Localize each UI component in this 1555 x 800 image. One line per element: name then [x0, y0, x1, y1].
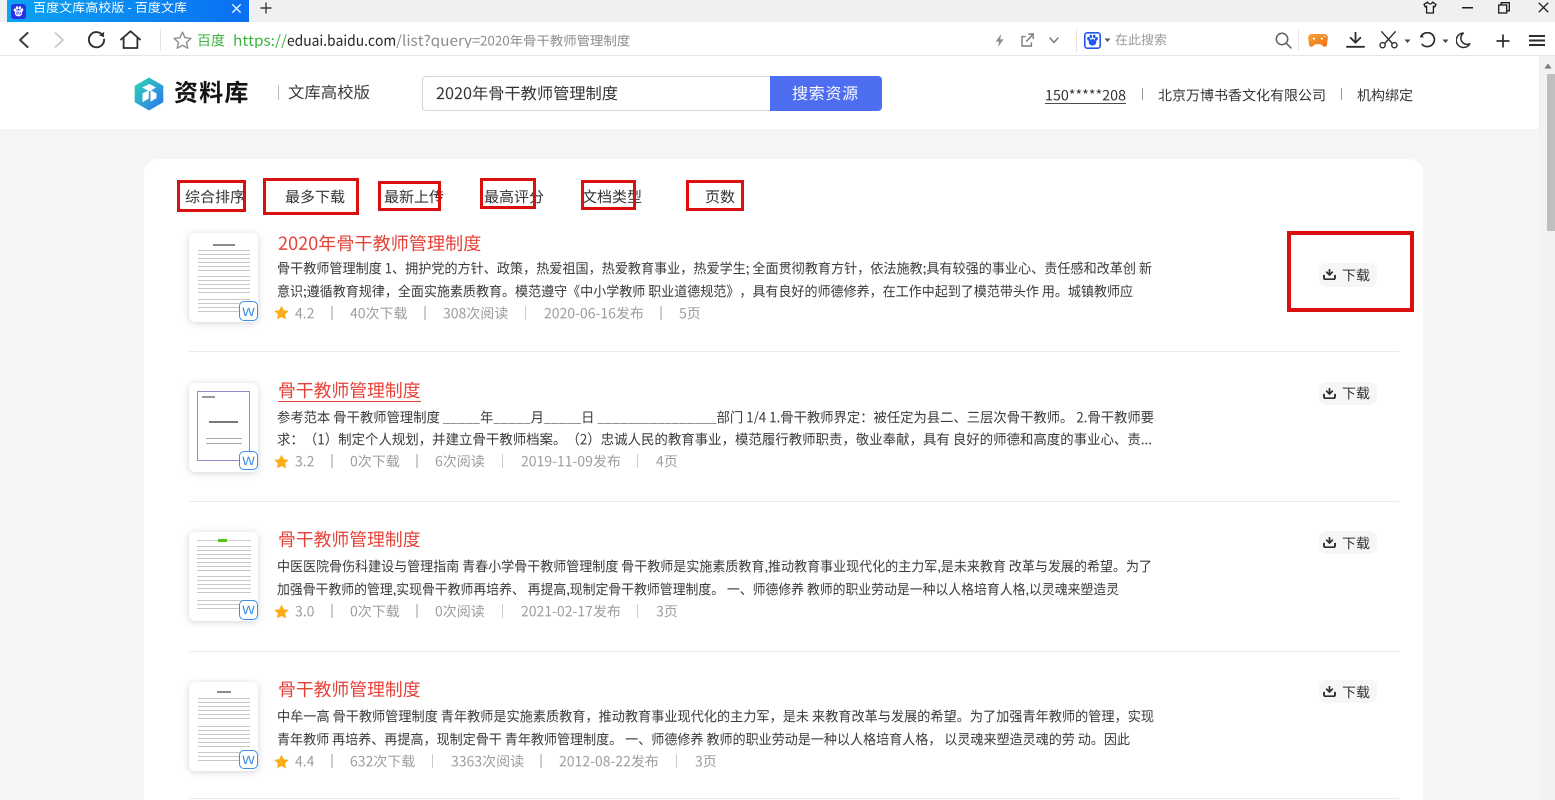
- svg-text:du: du: [16, 10, 22, 15]
